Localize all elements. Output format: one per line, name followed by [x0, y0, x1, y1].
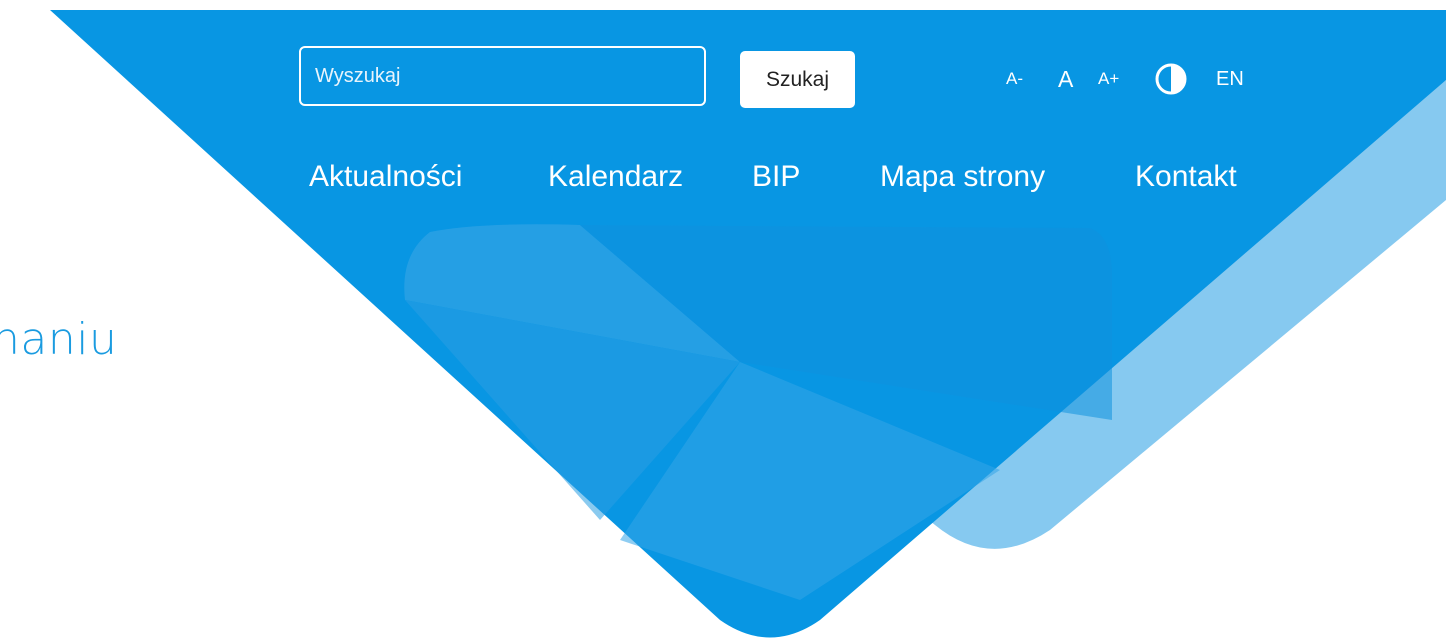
nav-item-mapa-strony[interactable]: Mapa strony [880, 157, 1045, 197]
contrast-icon[interactable] [1154, 62, 1188, 96]
search-button[interactable]: Szukaj [740, 51, 855, 108]
nav-item-kontakt[interactable]: Kontakt [1135, 157, 1237, 197]
nav-item-aktualnosci[interactable]: Aktualności [309, 157, 462, 197]
font-normal-button[interactable]: A [1058, 64, 1073, 94]
search-input[interactable] [299, 46, 706, 106]
language-switch-en[interactable]: EN [1216, 64, 1244, 94]
nav-item-bip[interactable]: BIP [752, 157, 800, 197]
font-larger-button[interactable]: A+ [1098, 64, 1119, 94]
hero-heading-fragment: naniu [0, 314, 118, 365]
font-smaller-button[interactable]: A- [1006, 64, 1023, 94]
nav-item-kalendarz[interactable]: Kalendarz [548, 157, 683, 197]
background-graphic [50, 10, 1446, 638]
